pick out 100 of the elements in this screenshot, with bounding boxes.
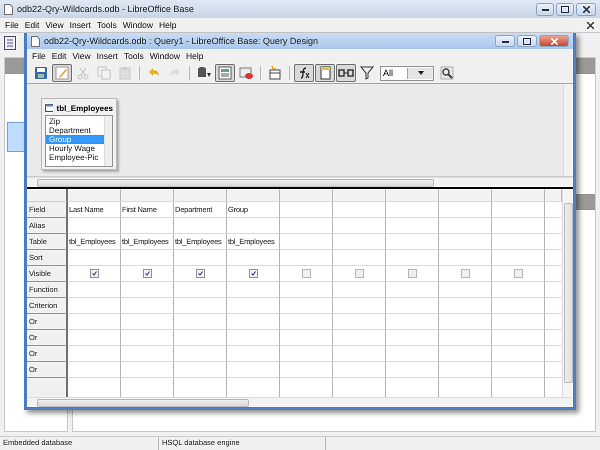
- grid-cell[interactable]: [227, 266, 280, 282]
- menu-item[interactable]: Tools: [94, 20, 120, 30]
- grid-cell[interactable]: [227, 362, 280, 378]
- column-header[interactable]: [492, 189, 545, 202]
- grid-cell[interactable]: [121, 250, 174, 266]
- grid-cell[interactable]: [333, 218, 386, 234]
- grid-cell[interactable]: [121, 346, 174, 362]
- grid-cell[interactable]: [492, 218, 545, 234]
- field-list-item[interactable]: Zip: [46, 117, 104, 126]
- grid-cell[interactable]: [280, 202, 333, 218]
- grid-cell[interactable]: [280, 234, 333, 250]
- grid-cell[interactable]: [174, 330, 227, 346]
- grid-cell[interactable]: [174, 314, 227, 330]
- visible-checkbox[interactable]: [249, 269, 258, 278]
- visible-checkbox[interactable]: [196, 269, 205, 278]
- column-header[interactable]: [545, 189, 562, 202]
- grid-cell[interactable]: [386, 202, 439, 218]
- grid-cell[interactable]: [174, 282, 227, 298]
- grid-cell[interactable]: [386, 330, 439, 346]
- grid-cell[interactable]: [439, 346, 492, 362]
- grid-cell[interactable]: [280, 250, 333, 266]
- close-button[interactable]: [539, 35, 569, 47]
- scrollbar-thumb[interactable]: [37, 398, 250, 406]
- column-header[interactable]: [386, 189, 439, 202]
- grid-cell[interactable]: [333, 202, 386, 218]
- grid-cell[interactable]: [68, 346, 121, 362]
- grid-cell[interactable]: [386, 298, 439, 314]
- grid-cell[interactable]: [386, 314, 439, 330]
- visible-checkbox[interactable]: [90, 269, 99, 278]
- grid-cell[interactable]: [333, 346, 386, 362]
- menu-item[interactable]: View: [69, 51, 94, 61]
- grid-cell[interactable]: [227, 250, 280, 266]
- menu-item[interactable]: File: [29, 51, 49, 61]
- scrollbar[interactable]: [104, 116, 112, 166]
- grid-cell[interactable]: [121, 218, 174, 234]
- grid-cell[interactable]: [386, 250, 439, 266]
- menu-item[interactable]: Window: [120, 20, 156, 30]
- grid-cell[interactable]: [280, 218, 333, 234]
- field-list-item[interactable]: Department: [46, 126, 104, 135]
- menu-item[interactable]: Help: [156, 20, 180, 30]
- edit-button[interactable]: [52, 64, 72, 82]
- maximize-button[interactable]: [556, 2, 574, 16]
- menu-item[interactable]: Insert: [94, 51, 121, 61]
- grid-cell[interactable]: [333, 298, 386, 314]
- grid-cell[interactable]: [227, 314, 280, 330]
- grid-cell[interactable]: [174, 362, 227, 378]
- grid-cell[interactable]: [333, 330, 386, 346]
- grid-cell[interactable]: [68, 330, 121, 346]
- grid-cell[interactable]: [280, 362, 333, 378]
- grid-cell[interactable]: [333, 314, 386, 330]
- grid-cell[interactable]: [227, 346, 280, 362]
- grid-cell[interactable]: [280, 314, 333, 330]
- grid-cell[interactable]: [68, 218, 121, 234]
- grid-cell[interactable]: [333, 234, 386, 250]
- menu-item[interactable]: Edit: [22, 20, 42, 30]
- grid-cell[interactable]: [492, 250, 545, 266]
- vertical-scrollbar[interactable]: [563, 84, 573, 176]
- grid-cell[interactable]: [227, 218, 280, 234]
- grid-cell[interactable]: [492, 202, 545, 218]
- visible-checkbox[interactable]: [461, 269, 470, 278]
- horizontal-scrollbar[interactable]: [27, 397, 573, 407]
- grid-cell[interactable]: [121, 282, 174, 298]
- grid-cell[interactable]: [439, 266, 492, 282]
- visible-checkbox[interactable]: [302, 269, 311, 278]
- menu-item[interactable]: Tools: [120, 51, 147, 61]
- menu-item[interactable]: Help: [182, 51, 206, 61]
- grid-cell[interactable]: [121, 362, 174, 378]
- grid-cell[interactable]: [280, 282, 333, 298]
- design-view-button[interactable]: [215, 64, 235, 82]
- column-header[interactable]: [439, 189, 492, 202]
- grid-cell[interactable]: [227, 282, 280, 298]
- grid-cell[interactable]: [492, 266, 545, 282]
- grid-cell[interactable]: [439, 218, 492, 234]
- grid-cell[interactable]: [386, 346, 439, 362]
- grid-cell[interactable]: [174, 298, 227, 314]
- menu-item[interactable]: Edit: [48, 51, 70, 61]
- grid-cell[interactable]: [492, 314, 545, 330]
- grid-cell[interactable]: [280, 346, 333, 362]
- visible-checkbox[interactable]: [355, 269, 364, 278]
- grid-cell[interactable]: [121, 314, 174, 330]
- grid-cell[interactable]: [280, 330, 333, 346]
- grid-cell[interactable]: [333, 250, 386, 266]
- distinct-values-button[interactable]: [357, 64, 377, 82]
- grid-cell[interactable]: [386, 282, 439, 298]
- grid-cell[interactable]: [492, 346, 545, 362]
- grid-cell[interactable]: [439, 362, 492, 378]
- column-header[interactable]: [333, 189, 386, 202]
- grid-cell[interactable]: [68, 314, 121, 330]
- visible-checkbox[interactable]: [514, 269, 523, 278]
- grid-cell[interactable]: [439, 298, 492, 314]
- grid-cell[interactable]: [121, 266, 174, 282]
- grid-cell[interactable]: [492, 234, 545, 250]
- menu-item[interactable]: Insert: [66, 20, 94, 30]
- grid-cell[interactable]: [492, 330, 545, 346]
- scrollbar-thumb[interactable]: [37, 178, 434, 186]
- grid-cell[interactable]: [333, 362, 386, 378]
- field-list-item[interactable]: Hourly Wage: [46, 144, 104, 153]
- grid-cell[interactable]: [439, 282, 492, 298]
- column-header[interactable]: [68, 189, 121, 202]
- horizontal-scrollbar[interactable]: [27, 177, 573, 187]
